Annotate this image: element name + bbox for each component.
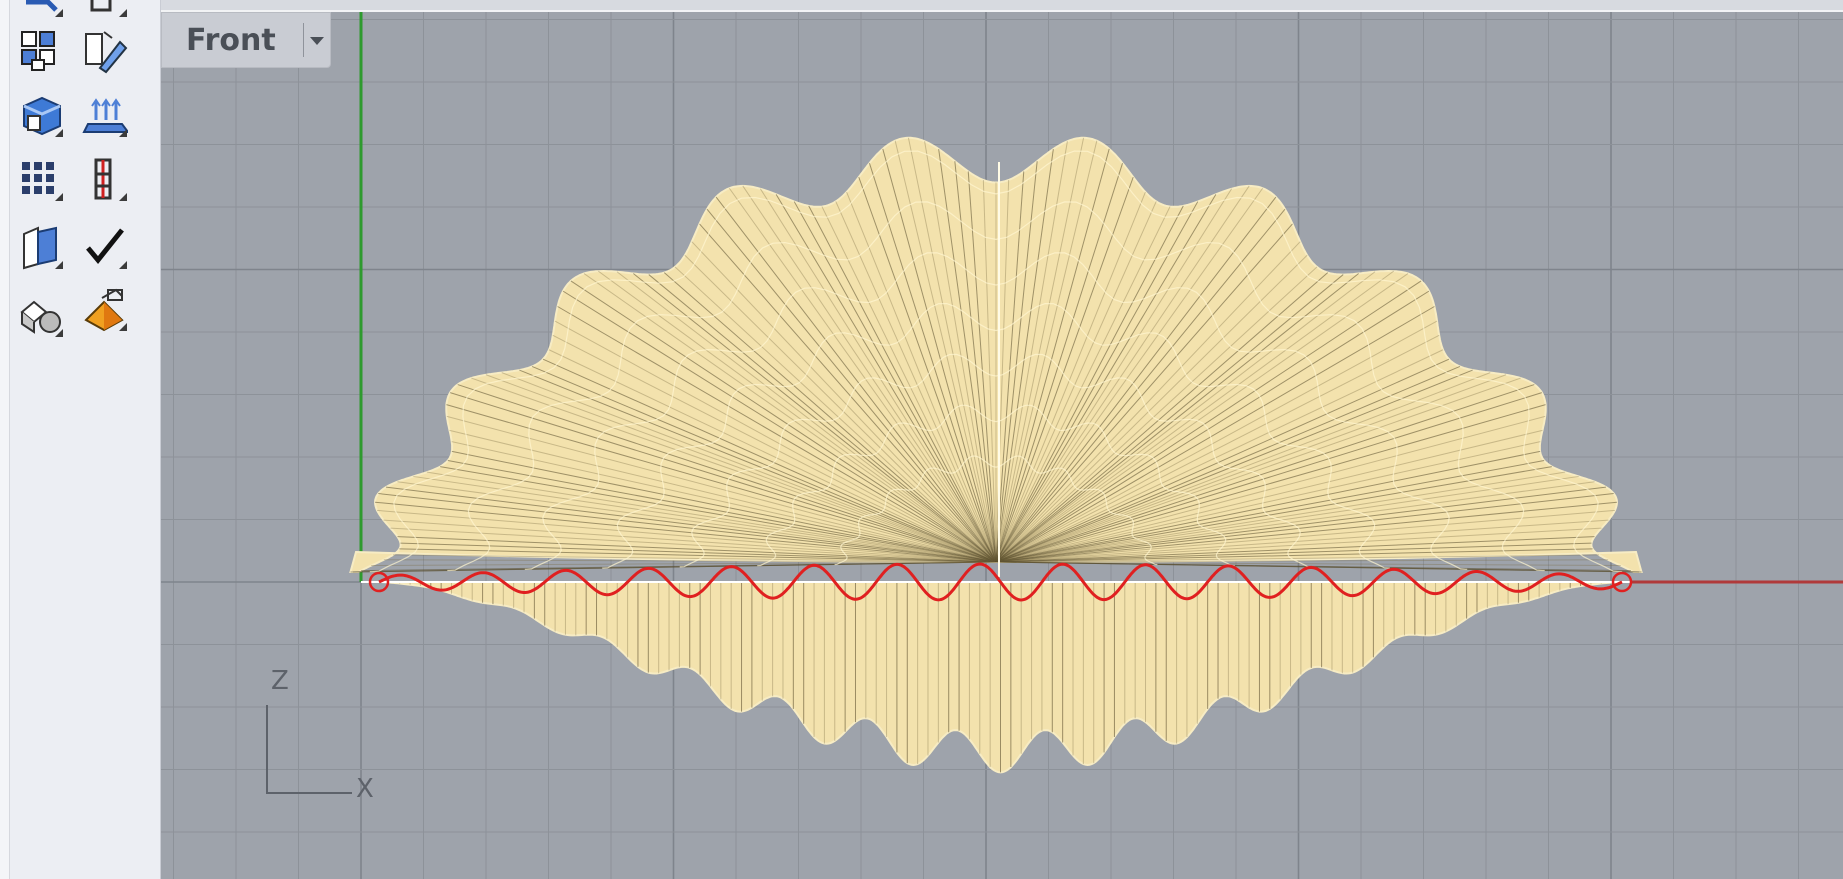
x-axis-label: X [356,774,374,804]
check-icon[interactable] [82,224,128,270]
z-axis-label: Z [271,666,289,696]
toolbar-grip[interactable] [0,0,10,879]
viewport-menu-dropdown[interactable] [303,23,326,57]
group-icon[interactable] [18,28,64,74]
lower-surface[interactable] [379,581,1622,774]
solid-box-icon[interactable] [18,92,64,138]
partial-tool-icon-1[interactable] [18,0,64,18]
front-viewport[interactable]: Front Z X [161,12,1843,879]
render-material-icon[interactable] [82,286,128,332]
viewport-scene [161,12,1843,879]
planar-array-icon[interactable] [82,92,128,138]
grid-array-icon[interactable] [18,156,64,202]
partial-tool-icon-2[interactable] [82,0,128,18]
chevron-down-icon [310,37,324,45]
primitives-icon[interactable] [18,292,64,338]
box-edit-icon[interactable] [18,224,64,270]
viewport-title[interactable]: Front [186,23,276,58]
left-toolbar [0,0,161,879]
viewport-title-tab[interactable]: Front [161,12,331,68]
axis-gizmo [266,705,352,794]
dimension-icon[interactable] [82,156,128,202]
viewport-top-bar [160,0,1843,12]
edit-point-icon[interactable] [82,28,128,74]
upper-shell-surface[interactable] [349,136,1643,577]
